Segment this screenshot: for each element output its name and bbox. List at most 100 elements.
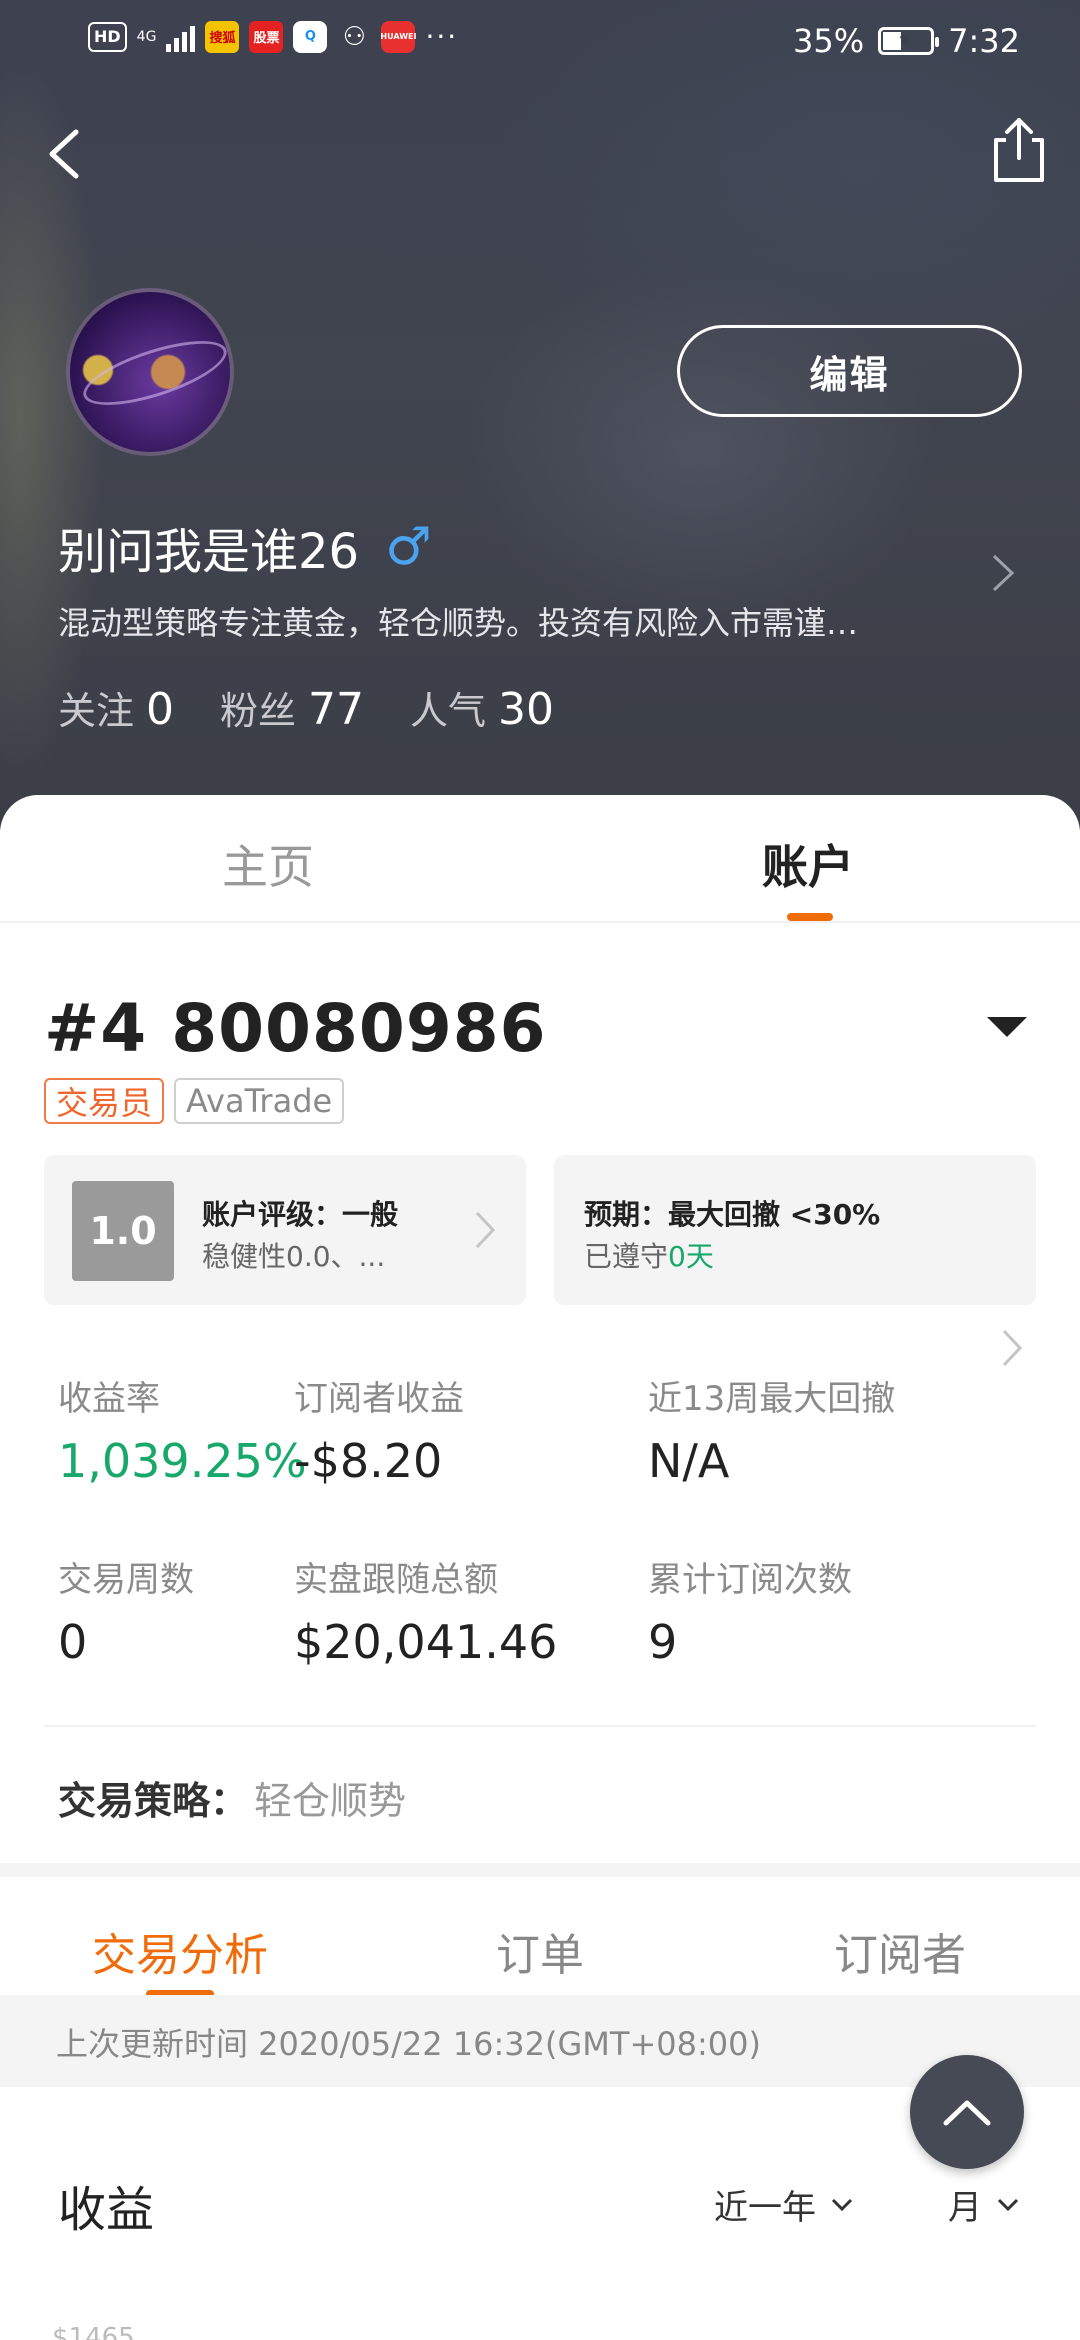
period-select[interactable]: 近一年 — [714, 2180, 854, 2229]
huawei-app-icon: HUAWEI — [380, 20, 416, 53]
hd-indicator: HD — [88, 21, 127, 52]
chevron-right-icon — [475, 1211, 496, 1249]
browser-app-icon: Q — [293, 20, 328, 53]
user-name-row[interactable]: 别问我是谁26 ♂ — [58, 512, 432, 582]
bio[interactable]: 混动型策略专注黄金，轻仓顺势。投资有风险入市需谨… — [58, 598, 958, 644]
broker-badge: AvaTrade — [174, 1078, 345, 1124]
sohu-app-icon: 搜狐 — [205, 20, 240, 53]
stat-label: 粉丝 — [220, 689, 297, 733]
tab-subscribers[interactable]: 订阅者 — [834, 1919, 966, 1983]
rating-score: 1.0 — [72, 1181, 174, 1281]
stat-label: 关注 — [58, 689, 135, 733]
metric-label: 收益率 — [58, 1379, 160, 1419]
stock-app-icon: 股票 — [249, 20, 284, 53]
stat-fans[interactable]: 粉丝 77 — [220, 680, 364, 735]
last-update-text: 上次更新时间 2020/05/22 16:32(GMT+08:00) — [56, 2025, 761, 2063]
metric-label: 实盘跟随总额 — [294, 1560, 498, 1600]
avatar[interactable] — [66, 288, 234, 456]
analysis-tabs: 交易分析 订单 订阅者 — [0, 1877, 1080, 1998]
stat-following[interactable]: 关注 0 — [58, 680, 174, 735]
metric-label: 订阅者收益 — [294, 1379, 464, 1419]
section-separator — [0, 1863, 1080, 1877]
earnings-title: 收益 — [58, 2182, 155, 2238]
metric-value: N/A — [648, 1434, 730, 1488]
metric-value: -$8.20 — [294, 1434, 443, 1488]
metric-value: $20,041.46 — [294, 1615, 558, 1669]
metric-return-rate: 收益率 1,039.25% — [58, 1371, 307, 1488]
metric-subscription-count: 累计订阅次数 9 — [648, 1552, 852, 1669]
battery-icon: ❦ — [878, 27, 940, 55]
tab-home[interactable]: 主页 — [222, 831, 314, 897]
metric-label: 交易周数 — [58, 1560, 194, 1600]
account-badges: 交易员 AvaTrade — [44, 1078, 345, 1124]
username: 别问我是谁26 — [58, 524, 360, 580]
profile-chevron-right-icon[interactable] — [988, 548, 1018, 598]
profile-header: HD 4G 搜狐 股票 Q ⚇ HUAWEI ··· 35% ❦ 7:32 编辑… — [0, 0, 1080, 830]
scroll-to-top-button[interactable] — [910, 2055, 1024, 2169]
male-gender-icon: ♂ — [385, 517, 432, 577]
stat-popularity[interactable]: 人气 30 — [410, 680, 554, 735]
status-bar: HD 4G 搜狐 股票 Q ⚇ HUAWEI ··· 35% ❦ 7:32 — [0, 0, 1080, 80]
expectation-subtitle: 已遵守0天 — [584, 1235, 714, 1275]
unit-select[interactable]: 月 — [948, 2180, 1020, 2229]
trading-strategy: 交易策略： 轻仓顺势 — [58, 1770, 406, 1825]
main-tabs: 主页 账户 — [0, 795, 1080, 923]
metrics-chevron-right-icon[interactable] — [998, 1323, 1026, 1373]
metric-value: 9 — [648, 1615, 678, 1669]
account-rating-card[interactable]: 1.0 账户评级：一般 稳健性0.0、... — [44, 1155, 526, 1305]
battery-level — [883, 32, 901, 50]
stat-value: 0 — [146, 684, 175, 735]
clock: 7:32 — [948, 22, 1020, 60]
metric-max-drawdown: 近13周最大回撤 N/A — [648, 1371, 895, 1488]
globe-app-icon: ⚇ — [342, 21, 367, 52]
metric-value: 0 — [58, 1615, 88, 1669]
trader-badge: 交易员 — [44, 1078, 165, 1124]
chevron-down-icon — [997, 2198, 1019, 2211]
metric-trading-weeks: 交易周数 0 — [58, 1552, 194, 1669]
expectation-title: 预期：最大回撤 <30% — [584, 1198, 881, 1231]
expectation-days: 0天 — [668, 1240, 714, 1273]
strategy-value: 轻仓顺势 — [254, 1779, 407, 1823]
divider — [44, 1725, 1036, 1727]
battery-percent: 35% — [793, 22, 865, 60]
planet-ring-art — [76, 327, 230, 419]
stat-label: 人气 — [410, 689, 487, 733]
period-value: 近一年 — [714, 2188, 816, 2228]
rating-title: 账户评级：一般 — [202, 1198, 399, 1231]
metric-label: 累计订阅次数 — [648, 1560, 852, 1600]
rating-subtitle: 稳健性0.0、... — [202, 1240, 386, 1273]
metric-subscriber-earnings: 订阅者收益 -$8.20 — [294, 1371, 464, 1488]
account-id: #4 80080986 — [44, 990, 547, 1067]
chevron-down-icon — [831, 2198, 853, 2211]
active-tab-indicator — [787, 913, 833, 921]
unit-value: 月 — [948, 2188, 982, 2228]
tab-orders[interactable]: 订单 — [496, 1919, 584, 1983]
edit-profile-button[interactable]: 编辑 — [677, 325, 1022, 417]
status-right: 35% ❦ 7:32 — [793, 22, 1020, 60]
expectation-card[interactable]: 预期：最大回撤 <30% 已遵守0天 — [554, 1155, 1036, 1305]
status-icons: HD 4G 搜狐 股票 Q ⚇ HUAWEI ··· — [88, 20, 458, 53]
stat-value: 77 — [308, 684, 365, 735]
more-notifications-icon: ··· — [425, 20, 459, 53]
strategy-label: 交易策略： — [58, 1779, 249, 1823]
account-card: 主页 账户 #4 80080986 交易员 AvaTrade 1.0 账户评级：… — [0, 795, 1080, 2340]
profile-stats: 关注 0 粉丝 77 人气 30 — [58, 680, 554, 735]
metric-label: 近13周最大回撤 — [648, 1379, 896, 1419]
back-arrow-icon — [49, 129, 79, 179]
signal-icon — [166, 22, 196, 52]
last-update-bar: 上次更新时间 2020/05/22 16:32(GMT+08:00) — [0, 1995, 1080, 2087]
expectation-prefix: 已遵守 — [584, 1240, 669, 1273]
share-button[interactable] — [986, 112, 1052, 188]
network-type-indicator: 4G — [136, 28, 157, 45]
metric-follow-total: 实盘跟随总额 $20,041.46 — [294, 1552, 557, 1669]
chevron-up-icon — [943, 2100, 991, 2126]
metric-value: 1,039.25% — [58, 1434, 307, 1488]
chart-y-axis-label: $1465 — [52, 2323, 135, 2340]
stat-value: 30 — [498, 684, 555, 735]
back-button[interactable] — [38, 118, 98, 190]
share-icon — [994, 118, 1044, 182]
power-saving-leaf-icon: ❦ — [899, 33, 911, 49]
tab-trade-analysis[interactable]: 交易分析 — [92, 1919, 268, 1983]
tab-account[interactable]: 账户 — [762, 831, 854, 897]
account-dropdown-icon[interactable] — [987, 1017, 1027, 1037]
